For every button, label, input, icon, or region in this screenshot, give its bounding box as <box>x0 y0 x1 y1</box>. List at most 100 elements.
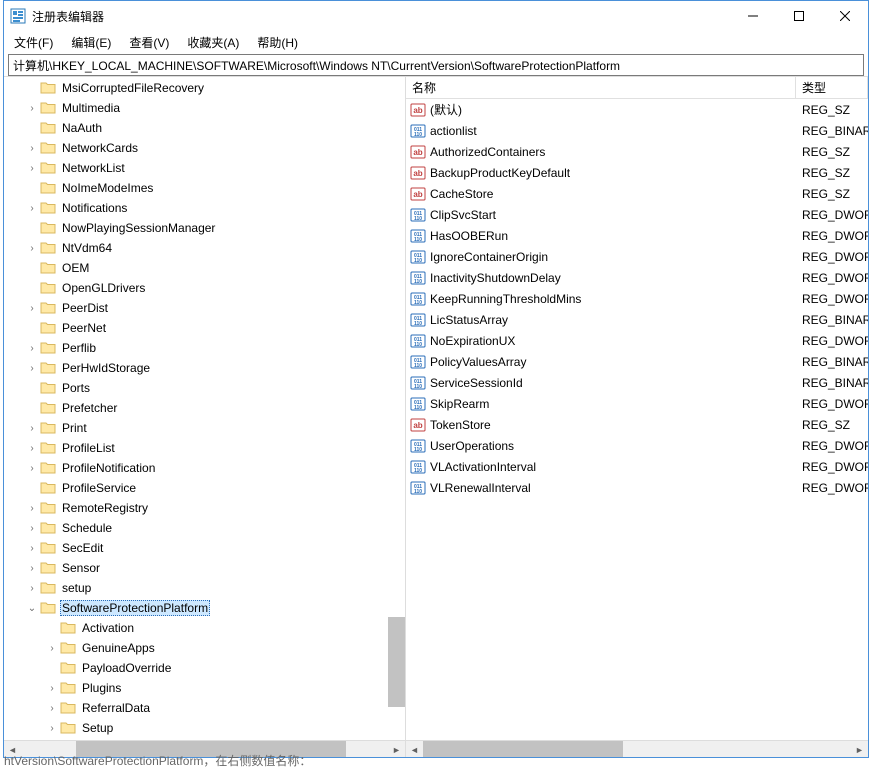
value-name: BackupProductKeyDefault <box>429 166 796 180</box>
tree-item[interactable]: ›Print <box>4 418 405 438</box>
list-row[interactable]: 011110SkipRearmREG_DWORD <box>406 393 868 414</box>
list-row[interactable]: abAuthorizedContainersREG_SZ <box>406 141 868 162</box>
tree-item[interactable]: ProfileService <box>4 478 405 498</box>
list-row[interactable]: 011110ClipSvcStartREG_DWORD <box>406 204 868 225</box>
chevron-right-icon[interactable]: › <box>24 203 40 214</box>
chevron-right-icon[interactable]: › <box>44 703 60 714</box>
tree-item[interactable]: PayloadOverride <box>4 658 405 678</box>
chevron-right-icon[interactable]: › <box>24 523 40 534</box>
tree-item-label: Prefetcher <box>60 400 119 416</box>
menu-file[interactable]: 文件(F) <box>10 32 57 53</box>
tree-item[interactable]: ›Perflib <box>4 338 405 358</box>
tree-item[interactable]: Ports <box>4 378 405 398</box>
tree-item[interactable]: MsiCorruptedFileRecovery <box>4 78 405 98</box>
chevron-right-icon[interactable]: › <box>24 363 40 374</box>
list-row[interactable]: 011110LicStatusArrayREG_BINARY <box>406 309 868 330</box>
tree-item[interactable]: OEM <box>4 258 405 278</box>
binary-value-icon: 011110 <box>410 270 426 286</box>
list-row[interactable]: 011110HasOOBERunREG_DWORD <box>406 225 868 246</box>
chevron-right-icon[interactable]: › <box>24 143 40 154</box>
menu-view[interactable]: 查看(V) <box>125 32 173 53</box>
tree-vscroll-thumb[interactable] <box>388 617 405 707</box>
chevron-right-icon[interactable]: › <box>24 583 40 594</box>
tree-item[interactable]: ›ProfileNotification <box>4 458 405 478</box>
tree-item[interactable]: ›GenuineApps <box>4 638 405 658</box>
chevron-right-icon[interactable]: › <box>24 543 40 554</box>
chevron-right-icon[interactable]: › <box>24 443 40 454</box>
value-type: REG_DWORD <box>796 481 868 495</box>
tree-item[interactable]: › setup <box>4 578 405 598</box>
tree-item[interactable]: ›NetworkCards <box>4 138 405 158</box>
list-row[interactable]: 011110IgnoreContainerOriginREG_DWORD <box>406 246 868 267</box>
tree-item[interactable]: NaAuth <box>4 118 405 138</box>
tree-item[interactable]: ›Notifications <box>4 198 405 218</box>
chevron-right-icon[interactable]: › <box>24 103 40 114</box>
maximize-button[interactable] <box>776 1 822 31</box>
tree-item-label: ReferralData <box>80 700 152 716</box>
list-row[interactable]: 011110VLActivationIntervalREG_DWORD <box>406 456 868 477</box>
list-row[interactable]: 011110KeepRunningThresholdMinsREG_DWORD <box>406 288 868 309</box>
list-header: 名称 类型 <box>406 77 868 99</box>
tree-item[interactable]: ›NetworkList <box>4 158 405 178</box>
list-row[interactable]: abTokenStoreREG_SZ <box>406 414 868 435</box>
list-row[interactable]: 011110NoExpirationUXREG_DWORD <box>406 330 868 351</box>
menu-edit[interactable]: 编辑(E) <box>67 32 115 53</box>
tree-item[interactable]: › SecEdit <box>4 538 405 558</box>
tree-item[interactable]: Prefetcher <box>4 398 405 418</box>
tree-item[interactable]: › ReferralData <box>4 698 405 718</box>
tree-item-label: setup <box>60 580 93 596</box>
list-row[interactable]: abCacheStoreREG_SZ <box>406 183 868 204</box>
list-row[interactable]: abBackupProductKeyDefaultREG_SZ <box>406 162 868 183</box>
tree-item[interactable]: NoImeModeImes <box>4 178 405 198</box>
tree-item[interactable]: ›Schedule <box>4 518 405 538</box>
list-row[interactable]: 011110UserOperationsREG_DWORD <box>406 435 868 456</box>
folder-icon <box>60 720 76 736</box>
chevron-right-icon[interactable]: › <box>24 303 40 314</box>
folder-icon <box>40 340 56 356</box>
chevron-right-icon[interactable]: › <box>24 423 40 434</box>
tree-item[interactable]: OpenGLDrivers <box>4 278 405 298</box>
tree-item[interactable]: ›Multimedia <box>4 98 405 118</box>
list-row[interactable]: 011110VLRenewalIntervalREG_DWORD <box>406 477 868 498</box>
value-name: NoExpirationUX <box>429 334 796 348</box>
chevron-right-icon[interactable]: › <box>44 643 60 654</box>
col-header-name[interactable]: 名称 <box>406 77 796 98</box>
minimize-button[interactable] <box>730 1 776 31</box>
binary-value-icon: 011110 <box>410 396 426 412</box>
tree-item[interactable]: PeerNet <box>4 318 405 338</box>
menu-favorites[interactable]: 收藏夹(A) <box>183 32 243 53</box>
tree-item[interactable]: ›NtVdm64 <box>4 238 405 258</box>
tree-item[interactable]: ›Setup <box>4 718 405 738</box>
tree-view[interactable]: MsiCorruptedFileRecovery›MultimediaNaAut… <box>4 77 405 740</box>
chevron-right-icon[interactable]: › <box>24 343 40 354</box>
chevron-right-icon[interactable]: › <box>24 243 40 254</box>
chevron-right-icon[interactable]: › <box>44 683 60 694</box>
chevron-right-icon[interactable]: › <box>24 163 40 174</box>
chevron-right-icon[interactable]: › <box>24 503 40 514</box>
col-header-type[interactable]: 类型 <box>796 77 868 98</box>
close-button[interactable] <box>822 1 868 31</box>
address-bar[interactable]: 计算机\HKEY_LOCAL_MACHINE\SOFTWARE\Microsof… <box>8 54 864 76</box>
tree-item[interactable]: ⌄SoftwareProtectionPlatform <box>4 598 405 618</box>
tree-item[interactable]: NowPlayingSessionManager <box>4 218 405 238</box>
list-row[interactable]: ab(默认)REG_SZ <box>406 99 868 120</box>
tree-item[interactable]: ›ProfileList <box>4 438 405 458</box>
list-row[interactable]: 011110InactivityShutdownDelayREG_DWORD <box>406 267 868 288</box>
chevron-down-icon[interactable]: ⌄ <box>24 603 40 614</box>
tree-item-label: SecEdit <box>60 540 105 556</box>
chevron-right-icon[interactable]: › <box>24 463 40 474</box>
value-list[interactable]: ab(默认)REG_SZ011110actionlistREG_BINARYab… <box>406 99 868 740</box>
svg-text:110: 110 <box>414 342 422 348</box>
list-row[interactable]: 011110PolicyValuesArrayREG_BINARY <box>406 351 868 372</box>
tree-item[interactable]: ›Sensor <box>4 558 405 578</box>
tree-item[interactable]: ›PeerDist <box>4 298 405 318</box>
chevron-right-icon[interactable]: › <box>44 723 60 734</box>
menu-help[interactable]: 帮助(H) <box>253 32 302 53</box>
chevron-right-icon[interactable]: › <box>24 563 40 574</box>
tree-item[interactable]: ›RemoteRegistry <box>4 498 405 518</box>
tree-item[interactable]: ›PerHwIdStorage <box>4 358 405 378</box>
tree-item[interactable]: ›Plugins <box>4 678 405 698</box>
tree-item[interactable]: Activation <box>4 618 405 638</box>
list-row[interactable]: 011110actionlistREG_BINARY <box>406 120 868 141</box>
list-row[interactable]: 011110ServiceSessionIdREG_BINARY <box>406 372 868 393</box>
